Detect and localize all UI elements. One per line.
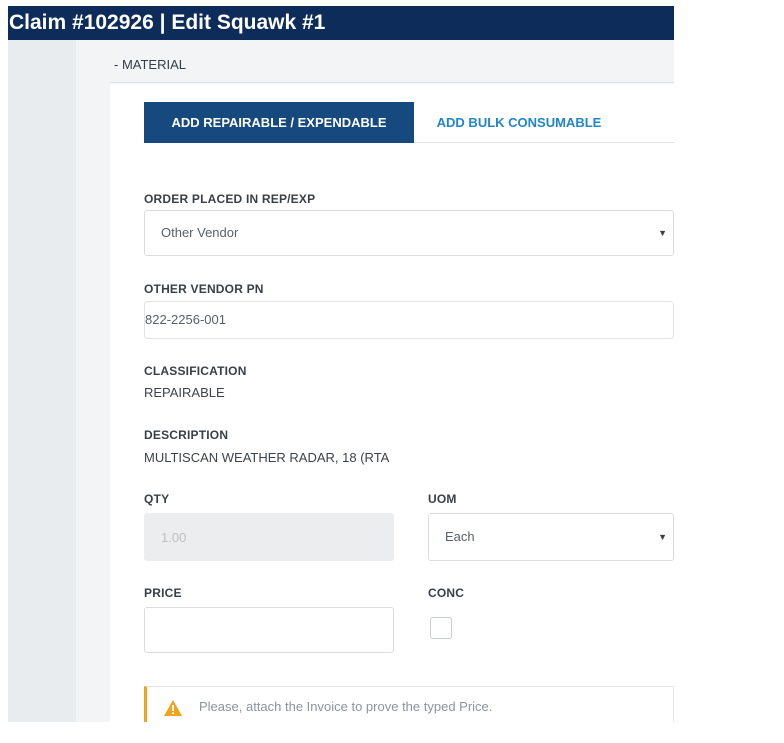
material-panel: ADD REPAIRABLE / EXPENDABLE ADD BULK CON…	[110, 84, 674, 722]
caret-down-icon: ▼	[658, 228, 667, 238]
uom-select[interactable]: Each ▼	[428, 513, 674, 561]
uom-label: UOM	[428, 492, 457, 506]
left-sidebar	[8, 40, 76, 722]
order-placed-value: Other Vendor	[161, 225, 239, 240]
description-value: MULTISCAN WEATHER RADAR, 18 (RTA	[144, 450, 390, 465]
qty-input: 1.00	[144, 513, 394, 561]
description-label: DESCRIPTION	[144, 428, 229, 442]
conc-checkbox[interactable]	[430, 617, 452, 639]
material-tabs: ADD REPAIRABLE / EXPENDABLE ADD BULK CON…	[144, 102, 674, 143]
classification-value: REPAIRABLE	[144, 385, 225, 400]
qty-value: 1.00	[161, 530, 187, 545]
tab-add-repairable-expendable[interactable]: ADD REPAIRABLE / EXPENDABLE	[144, 102, 414, 143]
other-vendor-pn-input[interactable]: 822-2256-001	[144, 301, 674, 339]
other-vendor-pn-value: 822-2256-001	[145, 312, 226, 327]
window: Claim #102926 | Edit Squawk #1 - MATERIA…	[8, 6, 674, 722]
price-label: PRICE	[144, 586, 182, 600]
caret-down-icon: ▼	[658, 532, 667, 542]
page-title: Claim #102926 | Edit Squawk #1	[8, 6, 674, 40]
conc-label: CONC	[428, 586, 465, 600]
section-label: - MATERIAL	[114, 57, 186, 72]
price-input[interactable]	[144, 607, 394, 653]
uom-value: Each	[445, 529, 475, 544]
material-section-toggle[interactable]: - MATERIAL	[110, 46, 674, 83]
alert-message: Please, attach the Invoice to prove the …	[199, 699, 493, 714]
qty-label: QTY	[144, 492, 170, 506]
invoice-warning-alert: Please, attach the Invoice to prove the …	[144, 686, 674, 722]
order-placed-select[interactable]: Other Vendor ▼	[144, 210, 674, 256]
tab-add-bulk-consumable[interactable]: ADD BULK CONSUMABLE	[414, 102, 624, 143]
order-placed-label: ORDER PLACED IN REP/EXP	[144, 192, 316, 206]
other-vendor-pn-label: OTHER VENDOR PN	[144, 282, 264, 296]
classification-label: CLASSIFICATION	[144, 364, 247, 378]
warning-triangle-icon	[164, 700, 182, 716]
